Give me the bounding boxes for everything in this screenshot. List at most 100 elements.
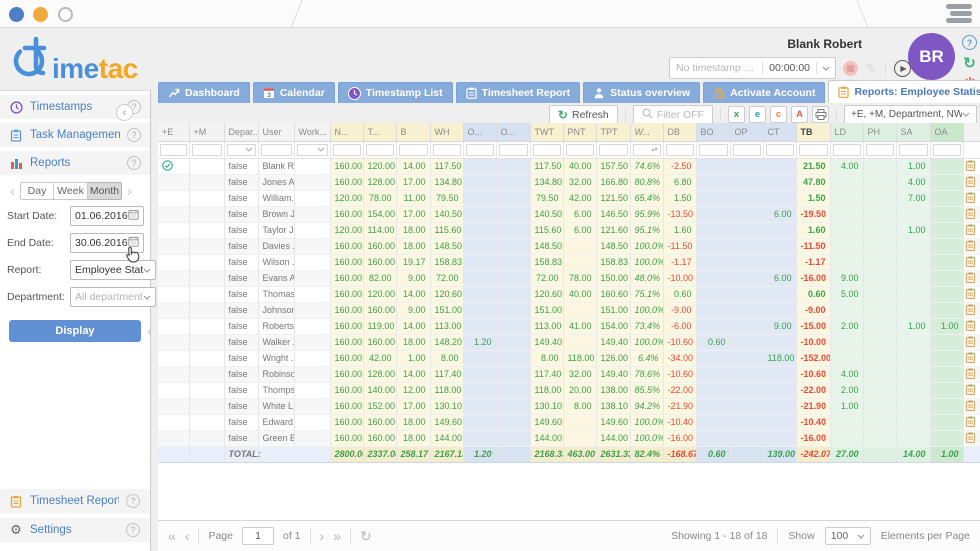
export-c-icon[interactable]: c: [770, 106, 787, 123]
traffic-light-orange-icon[interactable]: [33, 7, 48, 22]
row-detail-icon[interactable]: [963, 302, 980, 318]
row-detail-icon[interactable]: [963, 430, 980, 446]
column-header-n[interactable]: N...: [330, 123, 363, 141]
column-header-bo[interactable]: BO: [696, 123, 730, 141]
reload-icon[interactable]: ↻: [962, 55, 977, 70]
table-row[interactable]: falseDavies ...160.00160.0018.00148.5014…: [158, 238, 980, 254]
column-filter-input[interactable]: [160, 144, 187, 156]
period-next-icon[interactable]: ›: [124, 184, 135, 199]
traffic-light-blue-icon[interactable]: [9, 7, 24, 22]
column-header-t[interactable]: T...: [363, 123, 396, 141]
timestamp-control[interactable]: No timestamp run... 00:00:00: [669, 57, 836, 79]
sidebar-item-reports[interactable]: Reports ?: [0, 151, 150, 175]
chevron-down-icon[interactable]: [816, 62, 835, 74]
row-detail-icon[interactable]: [963, 206, 980, 222]
column-header-ph[interactable]: PH: [863, 123, 896, 141]
sidebar-collapse-icon[interactable]: ‹: [116, 104, 133, 121]
excel-export-icon[interactable]: x: [728, 106, 745, 123]
column-header-o[interactable]: O...: [496, 123, 530, 141]
column-header-o[interactable]: O...: [463, 123, 496, 141]
column-header-tb[interactable]: TB: [796, 123, 830, 141]
column-filter-input[interactable]: [833, 144, 861, 156]
table-row[interactable]: falseThomps...160.00140.0012.00118.00118…: [158, 382, 980, 398]
table-row[interactable]: falseTaylor Jay120.00114.0018.00115.6011…: [158, 222, 980, 238]
sidebar-resize-handle[interactable]: ‹: [147, 326, 151, 338]
calendar-icon[interactable]: [128, 209, 139, 223]
column-header-work[interactable]: Work...: [294, 123, 330, 141]
column-filter-input[interactable]: [433, 144, 461, 156]
column-filter-input[interactable]: [866, 144, 894, 156]
help-icon[interactable]: ?: [127, 156, 141, 170]
column-filter-input[interactable]: [766, 144, 794, 156]
column-filter-input[interactable]: [297, 144, 328, 156]
tab-status-overview[interactable]: Status overview: [583, 82, 700, 103]
table-row[interactable]: falseBrown J...160.00154.0017.00140.5014…: [158, 206, 980, 222]
report-select[interactable]: Employee Stat: [70, 260, 156, 280]
table-row[interactable]: falseWhite L...160.00152.0017.00130.1013…: [158, 398, 980, 414]
print-icon[interactable]: [812, 106, 829, 123]
column-filter-input[interactable]: ▴▾: [633, 144, 661, 156]
column-filter-input[interactable]: [192, 144, 222, 156]
row-detail-icon[interactable]: [963, 174, 980, 190]
tab-dashboard[interactable]: Dashboard: [158, 82, 250, 103]
column-header-actions[interactable]: [963, 123, 980, 141]
table-row[interactable]: falseGreen B...160.00160.0018.00144.0014…: [158, 430, 980, 446]
row-detail-icon[interactable]: [963, 222, 980, 238]
column-filter-input[interactable]: [499, 144, 528, 156]
column-header-b[interactable]: B: [396, 123, 430, 141]
hamburger-menu-icon[interactable]: [946, 4, 972, 25]
row-detail-icon[interactable]: [963, 382, 980, 398]
sidebar-item-settings[interactable]: ⚙ Settings ?: [0, 518, 149, 542]
period-week-button[interactable]: Week: [54, 182, 88, 200]
table-row[interactable]: falseWright ...160.0042.001.008.008.0011…: [158, 350, 980, 366]
column-header-ld[interactable]: LD: [830, 123, 863, 141]
column-filter-input[interactable]: [799, 144, 828, 156]
column-filter-input[interactable]: [227, 144, 256, 156]
column-filter-input[interactable]: [399, 144, 428, 156]
table-row[interactable]: falseJones A...160.00128.0017.00134.8013…: [158, 174, 980, 190]
table-row[interactable]: falseEvans A...160.0082.009.0072.0072.00…: [158, 270, 980, 286]
column-filter-input[interactable]: [261, 144, 292, 156]
column-header-wh[interactable]: WH: [430, 123, 463, 141]
first-page-icon[interactable]: «: [168, 529, 176, 543]
column-filter-input[interactable]: [933, 144, 961, 156]
last-page-icon[interactable]: »: [333, 529, 341, 543]
help-icon[interactable]: ?: [126, 494, 140, 508]
row-detail-icon[interactable]: [963, 350, 980, 366]
column-filter-input[interactable]: [733, 144, 761, 156]
period-day-button[interactable]: Day: [20, 182, 54, 200]
row-detail-icon[interactable]: [963, 334, 980, 350]
display-button[interactable]: Display: [9, 320, 141, 342]
row-detail-icon[interactable]: [963, 158, 980, 174]
table-row[interactable]: falseWilliam...120.0078.0011.0079.5079.5…: [158, 190, 980, 206]
column-header-twt[interactable]: TWT: [530, 123, 563, 141]
sidebar-item-timesheet-report[interactable]: Timesheet Report ?: [0, 489, 149, 513]
column-filter-input[interactable]: [666, 144, 694, 156]
column-header-oa[interactable]: OA: [930, 123, 963, 141]
avatar[interactable]: BR: [908, 33, 955, 80]
refresh-button[interactable]: ↻ Refresh: [549, 105, 618, 124]
column-header-sa[interactable]: SA: [896, 123, 930, 141]
period-prev-icon[interactable]: ‹: [7, 184, 18, 199]
help-icon[interactable]: ?: [126, 523, 140, 537]
column-filter-input[interactable]: [899, 144, 928, 156]
page-size-select[interactable]: 100: [825, 527, 871, 545]
page-input[interactable]: [242, 527, 274, 545]
reload-grid-icon[interactable]: ↻: [360, 529, 372, 543]
column-filter-input[interactable]: [566, 144, 594, 156]
row-detail-icon[interactable]: [963, 190, 980, 206]
calendar-icon[interactable]: [128, 236, 139, 250]
edit-timestamp-icon[interactable]: ✎: [866, 61, 877, 77]
column-header-db[interactable]: DB: [663, 123, 696, 141]
table-row[interactable]: falseBlank R...160.00120.0014.00117.5011…: [158, 158, 980, 174]
filter-off-button[interactable]: Filter OFF: [633, 105, 713, 124]
column-header-w[interactable]: W...: [630, 123, 663, 141]
row-detail-icon[interactable]: [963, 286, 980, 302]
row-check-icon[interactable]: [158, 158, 189, 174]
table-row[interactable]: falseWilson ...160.00160.0019.17158.8315…: [158, 254, 980, 270]
column-filter-input[interactable]: [699, 144, 728, 156]
row-detail-icon[interactable]: [963, 398, 980, 414]
column-filter-input[interactable]: [333, 144, 361, 156]
pdf-export-icon[interactable]: A: [791, 106, 808, 123]
tab-reports-employee-statistics[interactable]: Reports: Employee Statistics×: [828, 80, 980, 103]
